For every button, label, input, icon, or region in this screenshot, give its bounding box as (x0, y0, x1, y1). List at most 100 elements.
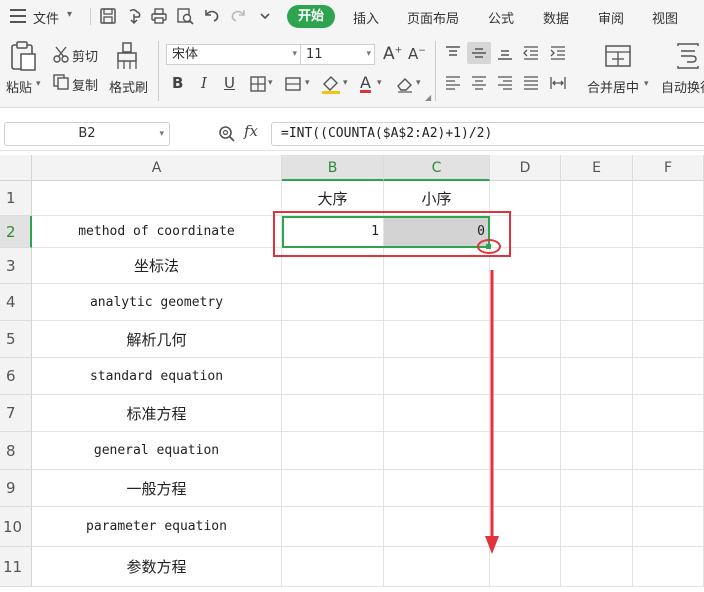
cell-b9[interactable] (282, 470, 384, 507)
tab-review[interactable]: 审阅 (598, 8, 624, 27)
bold-button[interactable]: B (172, 74, 183, 92)
redo-icon[interactable] (229, 7, 247, 25)
cell-f9[interactable] (633, 470, 704, 507)
cell-a1[interactable] (32, 181, 282, 216)
cell-a9[interactable]: 一般方程 (32, 470, 282, 507)
underline-button[interactable]: U (224, 74, 235, 92)
cell-e11[interactable] (561, 547, 633, 587)
align-left-icon[interactable] (444, 75, 462, 91)
cell-a7[interactable]: 标准方程 (32, 395, 282, 432)
print-preview-icon[interactable] (176, 7, 194, 25)
justify-icon[interactable] (522, 75, 540, 91)
chevron-down-icon[interactable]: ▾ (36, 79, 41, 89)
cell-a5[interactable]: 解析几何 (32, 321, 282, 358)
cell-a6[interactable]: standard equation (32, 358, 282, 395)
chevron-down-icon[interactable]: ▾ (377, 78, 382, 88)
cell-c1[interactable]: 小序 (384, 181, 490, 216)
cell-f4[interactable] (633, 284, 704, 321)
cell-b11[interactable] (282, 547, 384, 587)
cell-c3[interactable] (384, 248, 490, 284)
chevron-down-icon[interactable]: ▾ (67, 9, 72, 20)
customize-toolbar-icon[interactable] (256, 7, 274, 25)
shrink-font-button[interactable]: A− (408, 45, 426, 63)
cell-e7[interactable] (561, 395, 633, 432)
cell-style-icon[interactable] (284, 75, 304, 93)
cell-c2[interactable]: 0 (384, 216, 490, 248)
fill-color-icon[interactable] (320, 73, 342, 95)
cell-b3[interactable] (282, 248, 384, 284)
cell-b6[interactable] (282, 358, 384, 395)
chevron-down-icon[interactable]: ▾ (305, 78, 310, 88)
row-header-5[interactable]: 5 (0, 321, 32, 358)
row-header-3[interactable]: 3 (0, 248, 32, 284)
align-right-icon[interactable] (496, 75, 514, 91)
cell-f8[interactable] (633, 432, 704, 470)
select-all-corner[interactable] (0, 155, 32, 181)
column-header-b[interactable]: B (282, 155, 384, 181)
chevron-down-icon[interactable]: ▾ (416, 78, 421, 88)
copy-button[interactable]: 复制 (72, 75, 98, 94)
cell-e1[interactable] (561, 181, 633, 216)
format-painter-button[interactable]: 格式刷 (109, 77, 148, 96)
column-header-d[interactable]: D (490, 155, 561, 181)
tab-insert[interactable]: 插入 (353, 8, 379, 27)
cell-d1[interactable] (490, 181, 561, 216)
cell-f3[interactable] (633, 248, 704, 284)
column-header-e[interactable]: E (561, 155, 633, 181)
paste-icon[interactable] (8, 40, 38, 72)
cell-c10[interactable] (384, 507, 490, 547)
font-name-select[interactable]: 宋体 ▾ (166, 44, 301, 65)
cell-c9[interactable] (384, 470, 490, 507)
tab-formulas[interactable]: 公式 (488, 8, 514, 27)
cell-c4[interactable] (384, 284, 490, 321)
cut-button[interactable]: 剪切 (72, 46, 98, 65)
cloud-sync-icon[interactable] (125, 7, 143, 25)
zoom-search-icon[interactable] (218, 125, 236, 143)
cell-e2[interactable] (561, 216, 633, 248)
fill-handle[interactable] (486, 244, 491, 249)
undo-icon[interactable] (203, 7, 221, 25)
cell-b8[interactable] (282, 432, 384, 470)
font-dialog-launcher-icon[interactable]: ◢ (425, 93, 431, 102)
row-header-1[interactable]: 1 (0, 181, 32, 216)
paste-button[interactable]: 粘贴 (6, 77, 32, 96)
formula-input[interactable]: =INT((COUNTA($A$2:A2)+1)/2) (271, 122, 704, 146)
chevron-down-icon[interactable]: ▾ (644, 79, 649, 89)
row-header-7[interactable]: 7 (0, 395, 32, 432)
cell-a3[interactable]: 坐标法 (32, 248, 282, 284)
cell-a10[interactable]: parameter equation (32, 507, 282, 547)
cell-b10[interactable] (282, 507, 384, 547)
cell-b4[interactable] (282, 284, 384, 321)
tab-home[interactable]: 开始 (287, 5, 335, 28)
cell-c5[interactable] (384, 321, 490, 358)
font-color-button[interactable]: A (360, 73, 371, 92)
cell-a8[interactable]: general equation (32, 432, 282, 470)
chevron-down-icon[interactable]: ▾ (343, 78, 348, 88)
cell-b1[interactable]: 大序 (282, 181, 384, 216)
cell-e9[interactable] (561, 470, 633, 507)
align-center-icon[interactable] (470, 75, 488, 91)
tab-data[interactable]: 数据 (543, 8, 569, 27)
save-icon[interactable] (99, 7, 117, 25)
decrease-indent-icon[interactable] (522, 45, 540, 61)
wrap-text-icon[interactable] (674, 42, 702, 70)
grow-font-button[interactable]: A+ (383, 44, 402, 64)
borders-icon[interactable] (249, 75, 267, 93)
cell-a11[interactable]: 参数方程 (32, 547, 282, 587)
cell-e5[interactable] (561, 321, 633, 358)
cell-e6[interactable] (561, 358, 633, 395)
merge-center-icon[interactable] (604, 42, 632, 70)
cell-e4[interactable] (561, 284, 633, 321)
distribute-icon[interactable] (549, 75, 567, 91)
print-icon[interactable] (150, 7, 168, 25)
cell-c8[interactable] (384, 432, 490, 470)
cell-f2[interactable] (633, 216, 704, 248)
cell-f1[interactable] (633, 181, 704, 216)
row-header-6[interactable]: 6 (0, 358, 32, 395)
row-header-8[interactable]: 8 (0, 432, 32, 470)
insert-function-button[interactable]: fx (244, 122, 258, 140)
name-box[interactable]: B2 ▾ (4, 122, 170, 146)
file-menu[interactable]: 文件 (33, 8, 59, 27)
tab-view[interactable]: 视图 (652, 8, 678, 27)
italic-button[interactable]: I (201, 74, 207, 92)
